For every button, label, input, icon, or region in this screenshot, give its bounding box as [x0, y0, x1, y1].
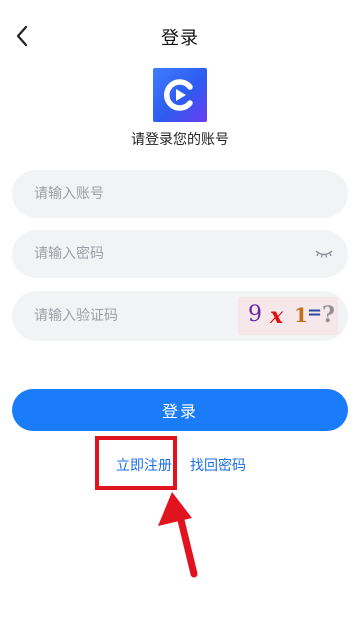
password-field	[12, 230, 348, 278]
header: 登录	[0, 0, 360, 72]
play-logo-icon	[164, 79, 193, 111]
captcha-char: =	[307, 302, 323, 323]
app-logo	[153, 68, 207, 122]
login-subtitle: 请登录您的账号	[131, 132, 229, 148]
account-input[interactable]	[32, 185, 256, 203]
forgot-password-link[interactable]: 找回密码	[190, 455, 246, 475]
eye-closed-icon[interactable]	[314, 245, 334, 263]
captcha-char: ?	[322, 302, 335, 328]
account-links: 立即注册 找回密码	[0, 455, 360, 479]
password-input[interactable]	[32, 245, 256, 263]
captcha-image[interactable]: 9 x 1 = ?	[238, 297, 338, 335]
captcha-input[interactable]	[32, 307, 256, 325]
pointer-arrow-icon	[158, 492, 198, 578]
captcha-char: 9	[248, 302, 262, 327]
captcha-char: x	[270, 303, 284, 329]
captcha-char: 1	[294, 303, 308, 327]
account-field	[12, 170, 348, 218]
captcha-field: 9 x 1 = ?	[12, 291, 348, 341]
page-title: 登录	[161, 28, 199, 49]
login-button[interactable]: 登录	[12, 389, 348, 431]
highlight-box	[95, 436, 177, 490]
